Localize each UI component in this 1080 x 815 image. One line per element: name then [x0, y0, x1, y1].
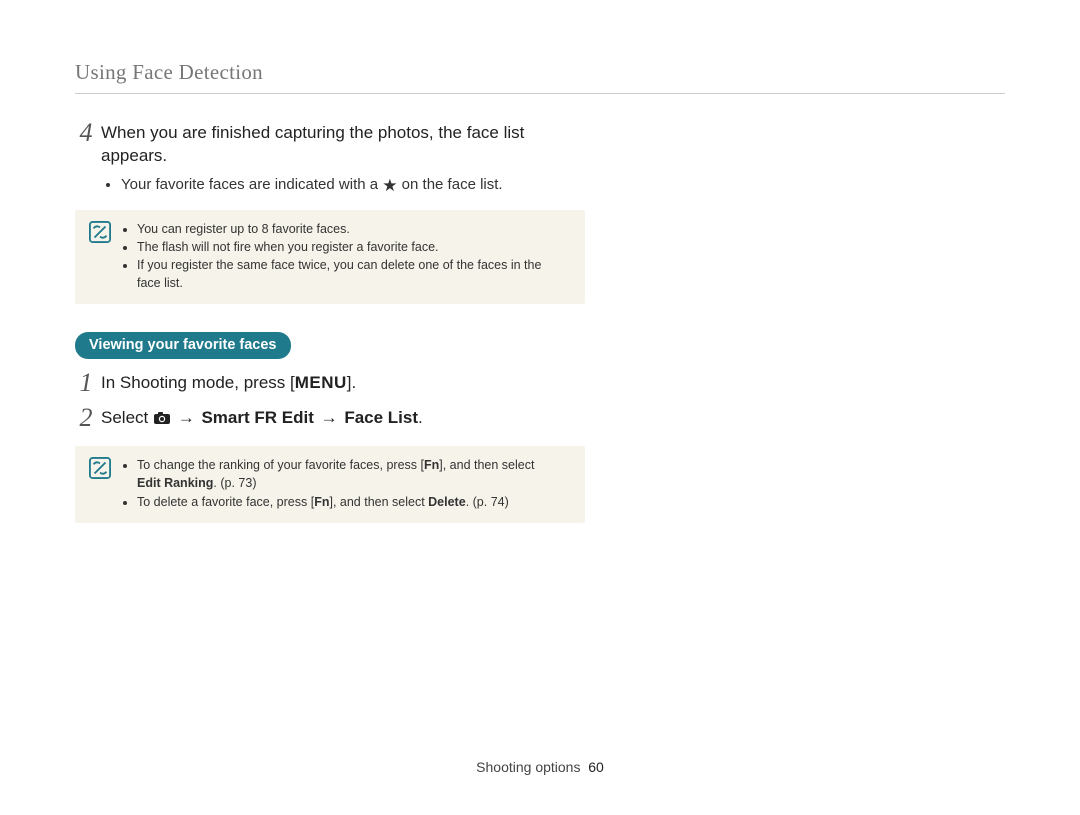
step-4-bullet-1: Your favorite faces are indicated with a…: [121, 174, 585, 196]
delete-label: Delete: [428, 495, 466, 509]
footer-section-label: Shooting options: [476, 759, 580, 775]
n2-i2-b: ], and then select: [329, 495, 428, 509]
step-4-text: When you are finished capturing the phot…: [97, 119, 585, 168]
bullet-text-b: on the face list.: [398, 176, 503, 193]
camera-icon: [153, 409, 171, 432]
n2-i1-c: . (p. 73): [213, 476, 256, 490]
step-1-text: In Shooting mode, press [MENU].: [97, 369, 356, 398]
face-list-label: Face List: [344, 408, 418, 427]
step-number: 1: [75, 369, 97, 398]
note-1-item: If you register the same face twice, you…: [137, 256, 571, 292]
step-4-bullets: Your favorite faces are indicated with a…: [75, 174, 585, 196]
note-2-item-2: To delete a favorite face, press [Fn], a…: [137, 493, 571, 511]
n2-i2-c: . (p. 74): [466, 495, 509, 509]
step-2: 2 Select → Smart FR Edit → Face List.: [75, 404, 585, 433]
step-2-text-b: .: [418, 408, 423, 427]
fn-label: Fn: [424, 458, 439, 472]
step-number: 4: [75, 119, 97, 168]
n2-i2-a: To delete a favorite face, press [: [137, 495, 314, 509]
step-4: 4 When you are finished capturing the ph…: [75, 119, 585, 168]
footer-page-number: 60: [588, 759, 604, 775]
note-1-item: The flash will not fire when you registe…: [137, 238, 571, 256]
menu-button-label: MENU: [295, 373, 347, 392]
n2-i1-b: ], and then select: [439, 458, 534, 472]
note-box-1: You can register up to 8 favorite faces.…: [75, 210, 585, 305]
note-icon: [89, 221, 111, 243]
arrow-icon: →: [319, 407, 340, 430]
page-footer: Shooting options 60: [0, 759, 1080, 775]
note-icon: [89, 457, 111, 479]
step-number: 2: [75, 404, 97, 433]
step-1-text-b: ].: [347, 373, 356, 392]
bullet-text-a: Your favorite faces are indicated with a: [121, 176, 382, 193]
n2-i1-a: To change the ranking of your favorite f…: [137, 458, 424, 472]
step-2-text: Select → Smart FR Edit → Face List.: [97, 404, 423, 433]
arrow-icon: →: [176, 407, 197, 430]
smart-fr-edit-label: Smart FR Edit: [201, 408, 313, 427]
page-title: Using Face Detection: [75, 60, 1005, 85]
title-rule: [75, 93, 1005, 94]
note-1-item: You can register up to 8 favorite faces.: [137, 220, 571, 238]
fn-label: Fn: [314, 495, 329, 509]
note-2-list: To change the ranking of your favorite f…: [121, 456, 571, 510]
step-1-text-a: In Shooting mode, press [: [101, 373, 295, 392]
note-1-list: You can register up to 8 favorite faces.…: [121, 220, 571, 293]
step-2-text-a: Select: [101, 408, 153, 427]
step-1: 1 In Shooting mode, press [MENU].: [75, 369, 585, 398]
section-heading-pill: Viewing your favorite faces: [75, 332, 291, 359]
note-2-item-1: To change the ranking of your favorite f…: [137, 456, 571, 492]
edit-ranking-label: Edit Ranking: [137, 476, 213, 490]
note-box-2: To change the ranking of your favorite f…: [75, 446, 585, 522]
